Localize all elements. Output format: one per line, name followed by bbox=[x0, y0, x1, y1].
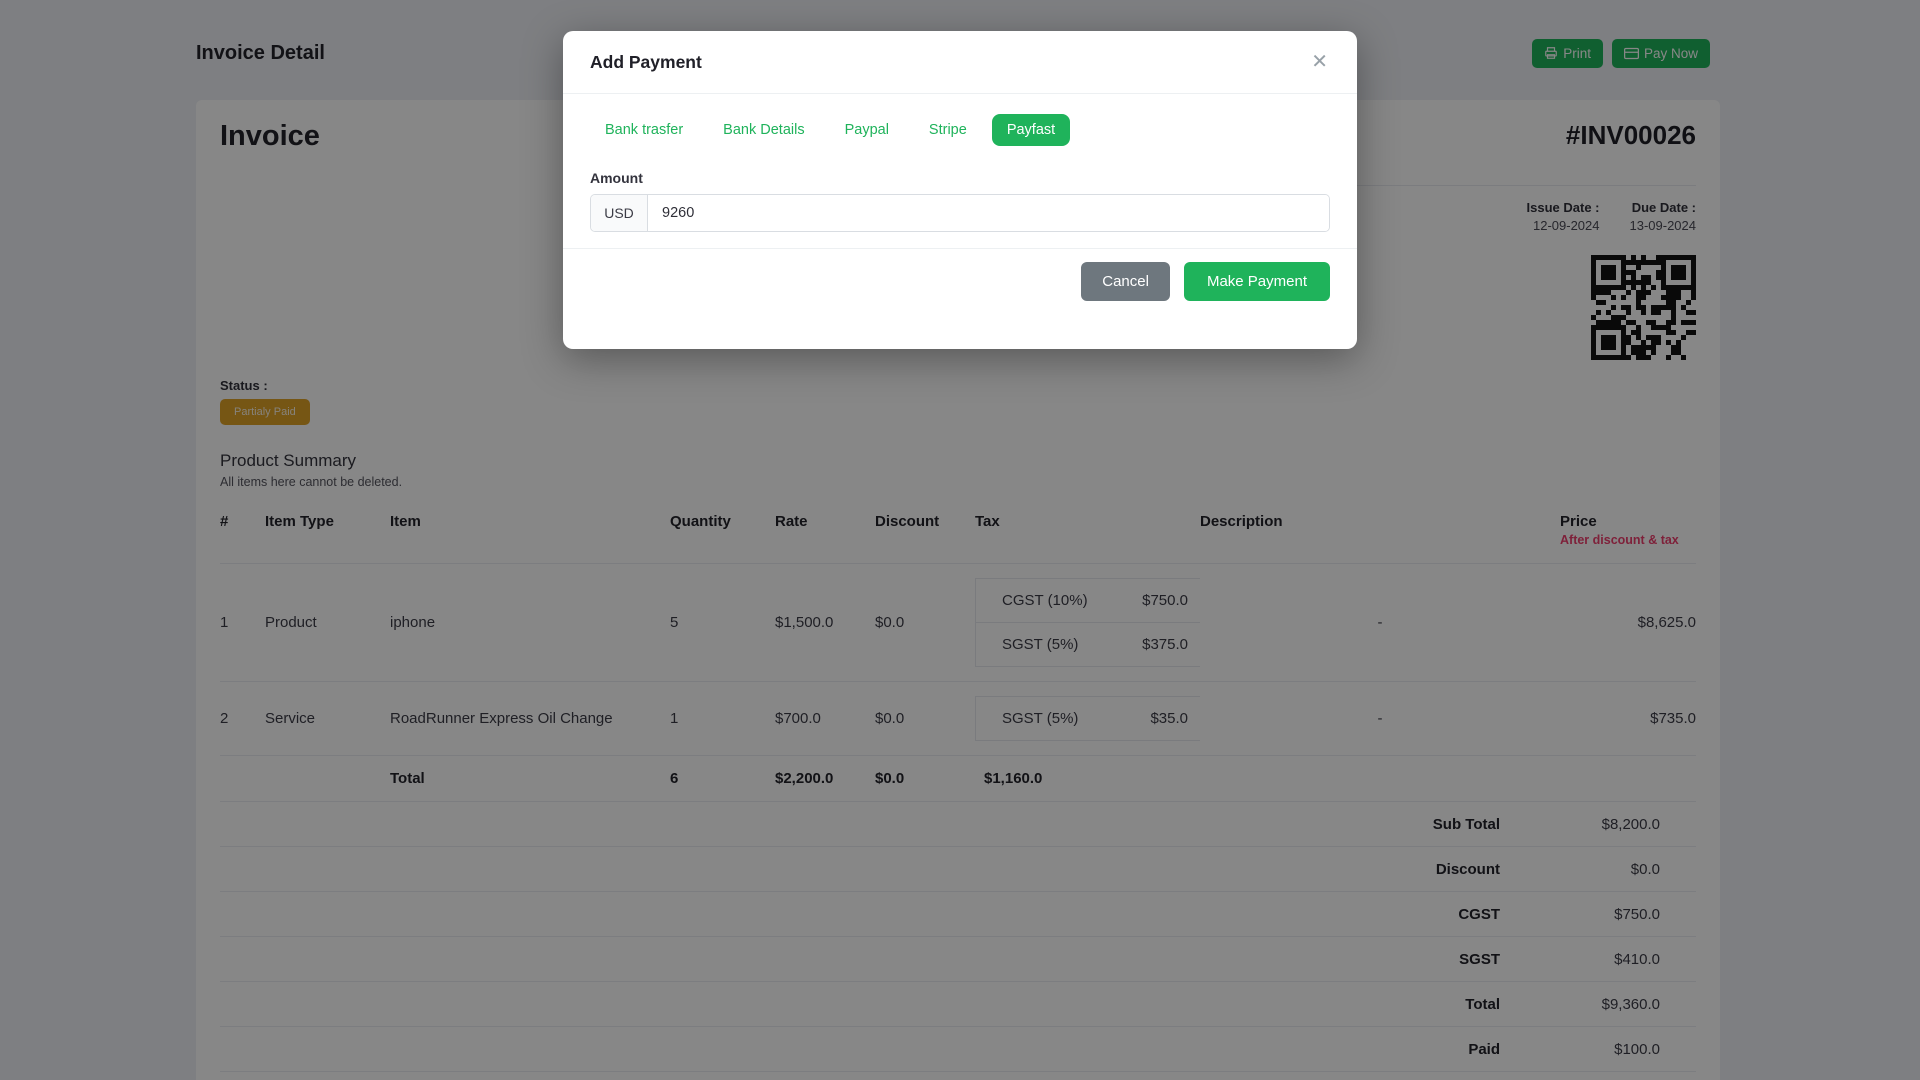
make-payment-button[interactable]: Make Payment bbox=[1183, 262, 1330, 301]
invoice-detail-page: Invoice Detail Print Pay Now Invoice #IN… bbox=[0, 0, 1920, 1080]
amount-input-group: USD bbox=[590, 194, 1330, 232]
cancel-button[interactable]: Cancel bbox=[1081, 262, 1170, 301]
tab-bank-details[interactable]: Bank Details bbox=[708, 114, 819, 146]
amount-label: Amount bbox=[590, 170, 643, 186]
payment-method-tabs: Bank trasfer Bank Details Paypal Stripe … bbox=[590, 114, 1330, 146]
tab-bank-transfer[interactable]: Bank trasfer bbox=[590, 114, 698, 146]
modal-body: Bank trasfer Bank Details Paypal Stripe … bbox=[563, 94, 1357, 248]
tab-paypal[interactable]: Paypal bbox=[830, 114, 904, 146]
modal-footer: Cancel Make Payment bbox=[563, 248, 1357, 349]
close-icon[interactable]: ✕ bbox=[1309, 50, 1330, 74]
amount-input[interactable] bbox=[648, 195, 1329, 231]
add-payment-modal: Add Payment ✕ Bank trasfer Bank Details … bbox=[563, 31, 1357, 349]
tab-stripe[interactable]: Stripe bbox=[914, 114, 982, 146]
currency-prefix: USD bbox=[591, 195, 648, 231]
modal-header: Add Payment ✕ bbox=[563, 31, 1357, 94]
modal-title: Add Payment bbox=[590, 51, 702, 72]
tab-payfast[interactable]: Payfast bbox=[991, 114, 1071, 146]
